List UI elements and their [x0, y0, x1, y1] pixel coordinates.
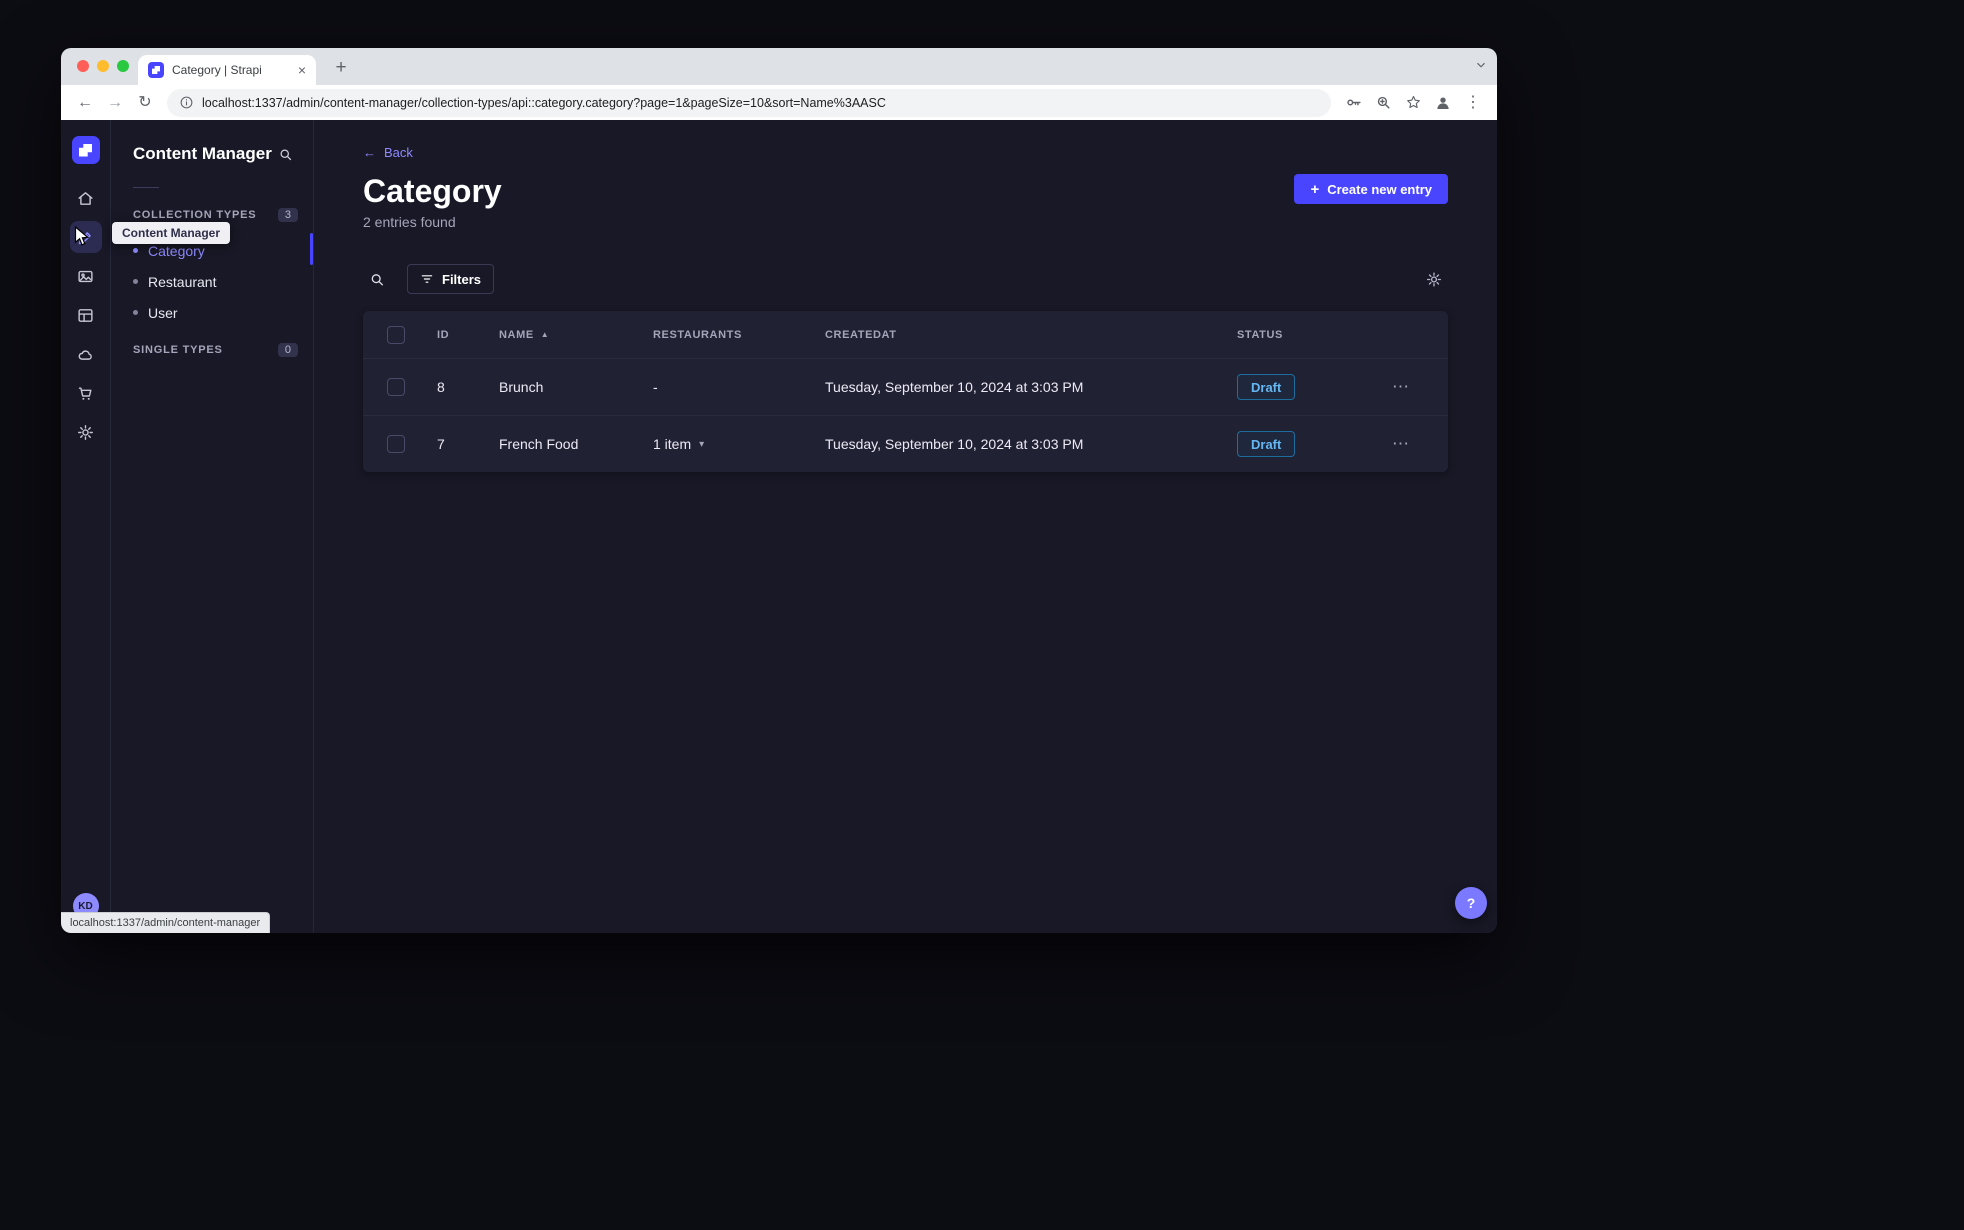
table-row[interactable]: 7 French Food 1 item ▾ Tuesday, Septembe… [363, 415, 1448, 472]
single-types-count-badge: 0 [277, 343, 298, 357]
zoom-icon[interactable] [1369, 89, 1397, 117]
media-library-icon[interactable] [70, 260, 102, 292]
back-link[interactable]: ← Back [363, 145, 413, 160]
row-checkbox[interactable] [387, 378, 405, 396]
cloud-icon[interactable] [70, 338, 102, 370]
sidebar-title: Content Manager [133, 144, 272, 163]
strapi-logo[interactable] [71, 136, 100, 164]
plus-icon: + [1310, 180, 1320, 198]
header-createdat[interactable]: CREATEDAT [815, 329, 1227, 341]
main-nav-rail: KD [61, 120, 111, 933]
sidebar-item-label: User [148, 304, 178, 321]
cell-id: 7 [437, 436, 445, 452]
url-text: localhost:1337/admin/content-manager/col… [202, 95, 886, 110]
strapi-app: KD Content Manager COLLECTION TYPES 3 Ca… [61, 120, 1497, 933]
browser-address-bar: ← → ↻ localhost:1337/admin/content-manag… [61, 85, 1497, 120]
create-new-entry-label: Create new entry [1327, 181, 1432, 197]
browser-tab[interactable]: Category | Strapi × [138, 55, 316, 85]
settings-gear-icon[interactable] [70, 416, 102, 448]
status-badge: Draft [1237, 431, 1296, 457]
search-entries-icon[interactable] [363, 265, 391, 293]
cell-name: Brunch [499, 379, 544, 395]
browser-reload-button[interactable]: ↻ [131, 89, 159, 117]
header-restaurants[interactable]: RESTAURANTS [643, 329, 815, 341]
cell-id: 8 [437, 379, 445, 395]
header-name[interactable]: NAME ▲ [489, 329, 643, 341]
cell-createdat: Tuesday, September 10, 2024 at 3:03 PM [825, 379, 1084, 395]
sidebar-item-label: Category [148, 242, 205, 259]
fullscreen-window-button[interactable] [117, 60, 129, 72]
browser-tab-strip: Category | Strapi × + [61, 48, 1497, 85]
collection-types-section: COLLECTION TYPES 3 [111, 208, 313, 222]
sidebar-item-label: Restaurant [148, 273, 217, 290]
bullet-icon [133, 248, 138, 253]
header-id[interactable]: ID [427, 329, 489, 341]
create-new-entry-button[interactable]: + Create new entry [1294, 174, 1448, 204]
back-label: Back [384, 145, 413, 160]
home-icon[interactable] [70, 182, 102, 214]
row-checkbox[interactable] [387, 435, 405, 453]
tab-title: Category | Strapi [172, 63, 262, 77]
collection-types-count-badge: 3 [277, 208, 298, 222]
cell-name: French Food [499, 436, 579, 452]
sidebar-search-icon[interactable] [273, 142, 297, 166]
filters-button[interactable]: Filters [407, 264, 495, 294]
cell-createdat: Tuesday, September 10, 2024 at 3:03 PM [825, 436, 1084, 452]
view-settings-gear-icon[interactable] [1420, 265, 1448, 293]
minimize-window-button[interactable] [97, 60, 109, 72]
collection-types-label: COLLECTION TYPES [133, 209, 257, 221]
active-item-indicator [310, 233, 313, 265]
window-controls [77, 60, 129, 72]
sidebar-divider [133, 187, 159, 188]
content-manager-tooltip: Content Manager [112, 222, 231, 244]
sidebar-item-user[interactable]: User [111, 297, 313, 328]
cell-restaurants[interactable]: 1 item ▾ [643, 436, 815, 452]
chevron-down-icon: ▾ [699, 438, 705, 450]
help-button[interactable]: ? [1455, 887, 1487, 919]
row-actions-button[interactable]: ⋯ [1358, 377, 1448, 397]
table-header-row: ID NAME ▲ RESTAURANTS CREATEDAT STATUS [363, 311, 1448, 358]
link-status-bubble: localhost:1337/admin/content-manager [61, 912, 271, 933]
row-actions-button[interactable]: ⋯ [1358, 434, 1448, 454]
filter-icon [420, 272, 434, 286]
single-types-label: SINGLE TYPES [133, 344, 223, 356]
content-manager-icon[interactable] [69, 221, 102, 253]
single-types-section: SINGLE TYPES 0 [111, 343, 313, 357]
page-title: Category [363, 173, 502, 209]
close-tab-icon[interactable]: × [296, 61, 308, 79]
sidebar-item-restaurant[interactable]: Restaurant [111, 266, 313, 297]
url-bar[interactable]: localhost:1337/admin/content-manager/col… [167, 88, 1331, 117]
browser-forward-button[interactable]: → [101, 89, 129, 117]
content-type-builder-icon[interactable] [70, 299, 102, 331]
browser-profile-icon[interactable] [1429, 89, 1457, 117]
browser-back-button[interactable]: ← [71, 89, 99, 117]
main-content: ← Back Category 2 entries found + Create… [314, 120, 1497, 933]
browser-window: Category | Strapi × + ← → ↻ localhost:13… [61, 48, 1497, 933]
header-status[interactable]: STATUS [1227, 329, 1358, 341]
entries-count: 2 entries found [363, 214, 456, 230]
sort-ascending-icon[interactable]: ▲ [541, 330, 550, 339]
cell-restaurants: - [653, 379, 658, 395]
bookmark-star-icon[interactable] [1399, 89, 1427, 117]
bullet-icon [133, 310, 138, 315]
select-all-checkbox[interactable] [387, 325, 405, 344]
table-row[interactable]: 8 Brunch - Tuesday, September 10, 2024 a… [363, 358, 1448, 415]
strapi-favicon [148, 62, 164, 78]
new-tab-button[interactable]: + [328, 55, 354, 81]
browser-menu-kebab-icon[interactable]: ⋮ [1459, 89, 1487, 117]
filters-label: Filters [442, 271, 482, 287]
close-window-button[interactable] [77, 60, 89, 72]
tab-search-chevron-icon[interactable] [1474, 58, 1488, 72]
bullet-icon [133, 279, 138, 284]
password-manager-icon[interactable] [1339, 89, 1367, 117]
entries-table: ID NAME ▲ RESTAURANTS CREATEDAT STATUS 8… [363, 311, 1448, 472]
back-arrow-icon: ← [363, 145, 376, 160]
marketplace-cart-icon[interactable] [70, 377, 102, 409]
status-badge: Draft [1237, 374, 1296, 400]
site-info-icon[interactable] [179, 95, 194, 110]
